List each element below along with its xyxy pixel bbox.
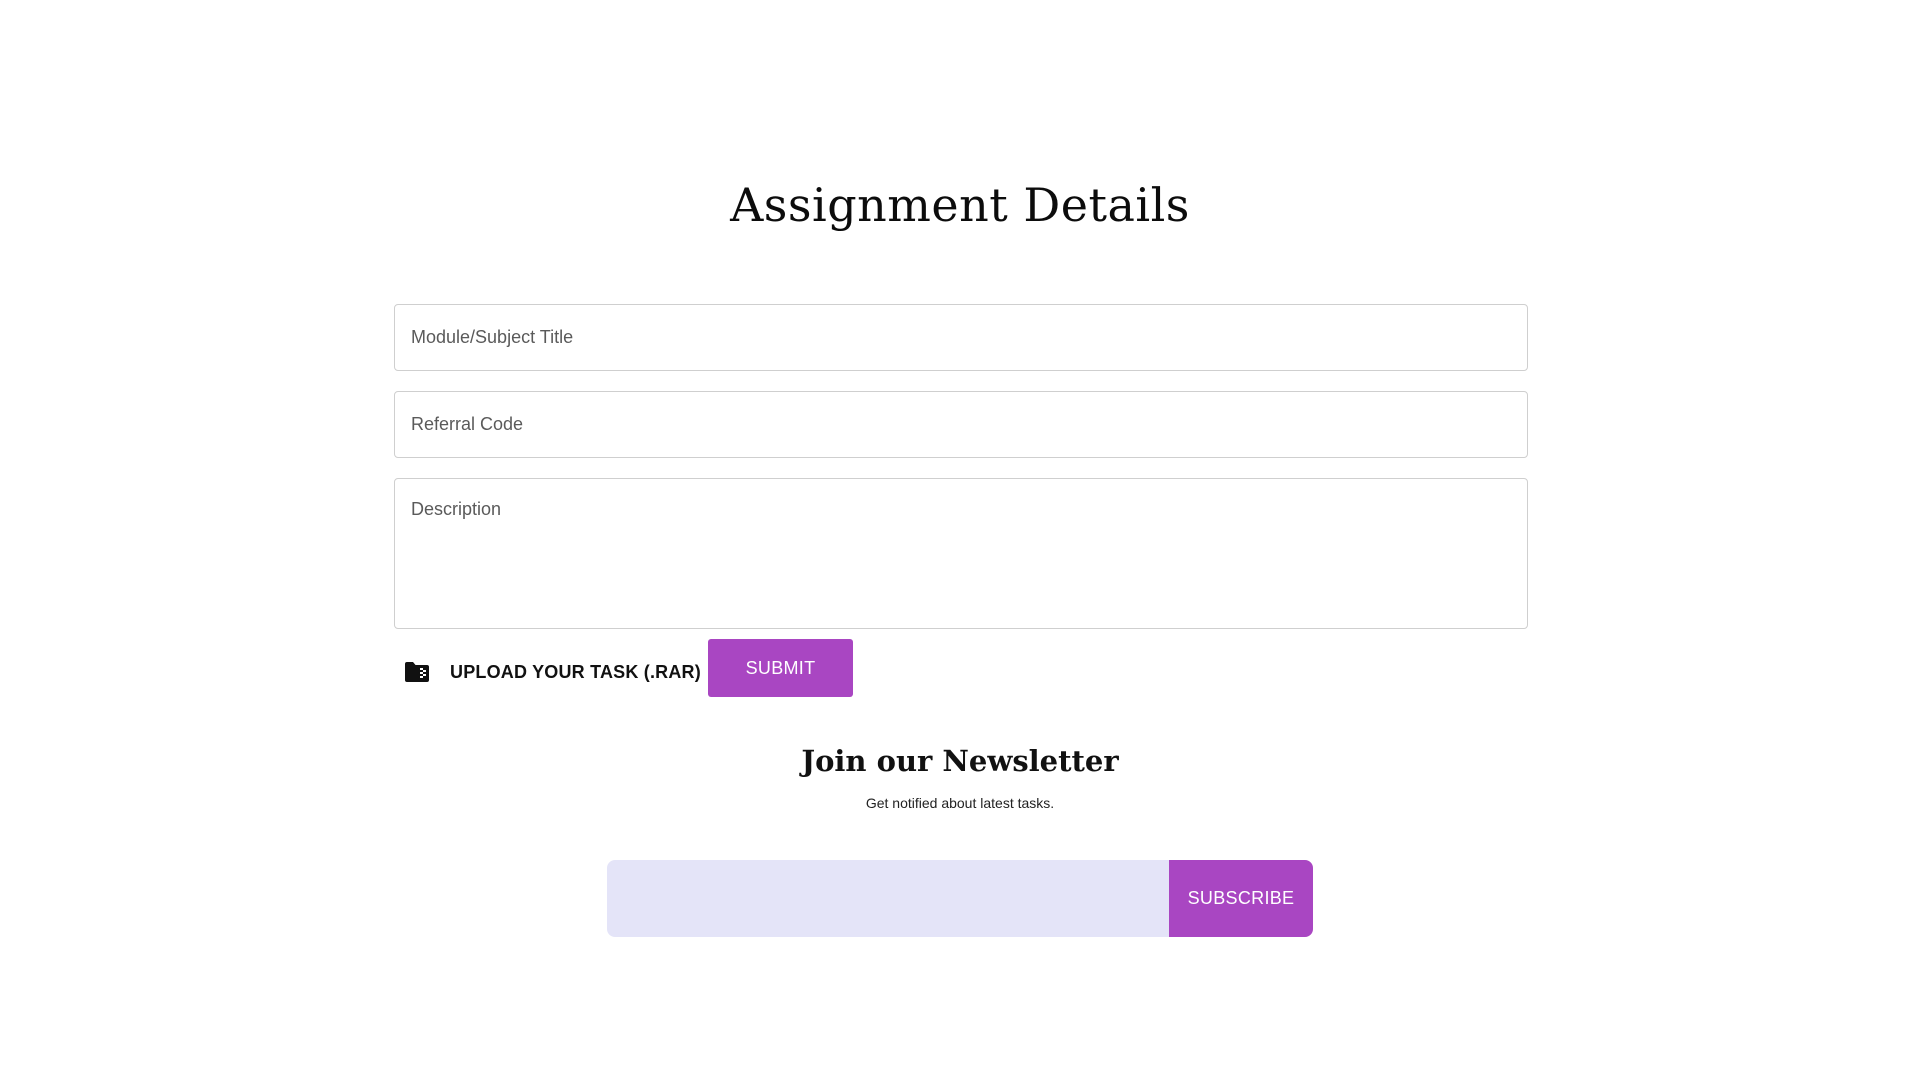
page: Assignment Details UPLOAD YOUR TASK (.RA…: [0, 0, 1920, 1080]
description-textarea[interactable]: [394, 478, 1528, 629]
upload-task-button[interactable]: UPLOAD YOUR TASK (.RAR): [404, 656, 701, 688]
upload-label: UPLOAD YOUR TASK (.RAR): [450, 661, 701, 682]
subscribe-button[interactable]: SUBSCRIBE: [1169, 860, 1313, 937]
page-title: Assignment Details: [730, 178, 1190, 232]
folder-zip-icon: [405, 662, 429, 682]
newsletter-email-input[interactable]: [607, 860, 1169, 937]
newsletter-title: Join our Newsletter: [801, 744, 1119, 778]
submit-button[interactable]: SUBMIT: [708, 639, 853, 697]
referral-code-input[interactable]: [394, 391, 1528, 458]
newsletter-form: SUBSCRIBE: [607, 860, 1313, 937]
newsletter-subtitle: Get notified about latest tasks.: [865, 795, 1055, 811]
module-title-input[interactable]: [394, 304, 1528, 371]
